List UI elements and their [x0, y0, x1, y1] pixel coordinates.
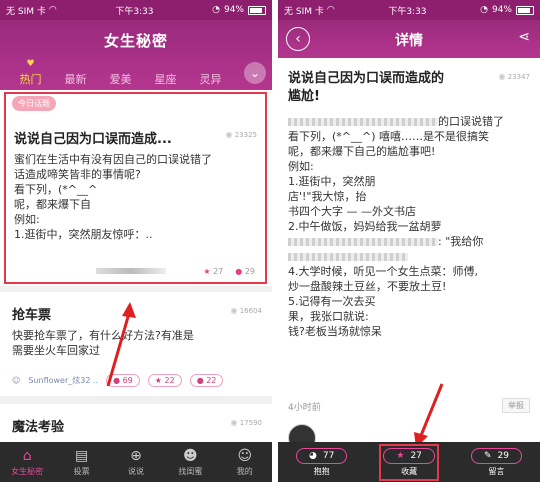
eye-icon: ◉	[230, 306, 238, 315]
favorite-button[interactable]: ★ 22	[147, 374, 182, 387]
detail-header: ‹ 详情 ⋖	[278, 20, 540, 58]
clock: 下午3:33	[388, 6, 427, 17]
friends-icon: ☻	[183, 447, 198, 464]
nav-me[interactable]: ☺ 我的	[219, 448, 271, 477]
nav-vote[interactable]: ▤ 投票	[56, 448, 108, 477]
mosaic-redaction	[288, 253, 408, 261]
red-arrow-annotation	[414, 383, 444, 448]
category-tabs: ♥ 热门 最新 爱美 星座 灵异	[0, 59, 272, 88]
post-title: 抢车票	[12, 308, 52, 323]
red-arrow-annotation	[106, 302, 136, 387]
eye-icon: ◉	[498, 72, 506, 81]
eye-icon: ◉	[225, 130, 233, 139]
nav-secrets[interactable]: ⌂ 女生秘密	[1, 448, 53, 477]
comment-button[interactable]: ✎ 29 留言	[470, 447, 522, 477]
star-icon: ★	[203, 267, 211, 276]
status-bar: 无 SIM 卡 ◠ 下午3:33 ◔ 94%	[278, 0, 540, 20]
divider	[0, 396, 272, 404]
tab-zodiac[interactable]: 星座	[143, 66, 188, 88]
clock: 下午3:33	[115, 6, 154, 17]
detail-body: 的口误说错了 看下列，(*^__^) 嘻嘻……是不是很搞笑 呢，都来爆下自己的尴…	[288, 115, 504, 338]
view-count: 17590	[239, 419, 262, 427]
nav-friends[interactable]: ☻ 找闺蜜	[164, 448, 216, 477]
view-count: 23325	[234, 131, 257, 139]
tab-hot[interactable]: ♥ 热门	[8, 59, 53, 88]
wifi-icon: ◠	[326, 5, 335, 15]
share-icon[interactable]: ⋖	[518, 29, 530, 45]
left-phone-screen: 无 SIM 卡 ◠ 下午3:33 ◔ 94% 女生秘密 ♥ 热门 最新 爱美 星座 灵…	[0, 0, 272, 482]
topic-badge: 今日话题	[12, 96, 56, 111]
profile-icon: ☺	[237, 447, 253, 464]
author-name[interactable]: Sunflower_炫32 ..	[28, 375, 98, 386]
page-title: 女生秘密	[103, 32, 168, 50]
comment-button[interactable]: ● 22	[189, 374, 224, 387]
battery-icon	[516, 5, 534, 15]
nav-post[interactable]: ⊕ 说说	[110, 448, 162, 477]
carrier-label: 无 SIM 卡	[6, 6, 46, 17]
vote-icon: ▤	[74, 447, 89, 464]
hug-icon: ◕	[309, 450, 317, 461]
home-icon: ⌂	[22, 447, 32, 464]
carrier-label: 无 SIM 卡	[284, 6, 324, 17]
star-icon: ★	[396, 450, 405, 461]
view-count: 16604	[239, 307, 262, 315]
mosaic-redaction	[288, 238, 438, 246]
heart-icon: ♥	[26, 59, 35, 69]
tab-paranormal[interactable]: 灵异	[188, 66, 233, 88]
action-bar: ◕ 77 抱抱 ★ 27 收藏 ✎ 29 留言	[278, 442, 540, 482]
right-phone-screen: 无 SIM 卡 ◠ 下午3:33 ◔ 94% ‹ 详情 ⋖ 说说自己因为口误而造成的…	[278, 0, 540, 482]
bottom-nav: ⌂ 女生秘密 ▤ 投票 ⊕ 说说 ☻ 找闺蜜 ☺ 我的	[0, 442, 272, 482]
star-icon: ★	[154, 376, 162, 385]
tab-latest[interactable]: 最新	[53, 66, 98, 88]
post-stats: ★ 27 ● 29	[203, 267, 255, 276]
post-card[interactable]: 魔法考验 ◉ 17590	[0, 406, 272, 446]
hug-button[interactable]: ◕ 77 抱抱	[296, 447, 348, 477]
battery-percent: 94%	[491, 5, 512, 15]
lock-icon: ◔	[480, 5, 488, 15]
eye-icon: ◉	[230, 418, 238, 427]
post-excerpt: 蜜们在生活中有没有因自己的口误说错了 话造成啼笑皆非的事情呢? 看下列，(*^_…	[14, 153, 212, 241]
post-title: 说说自己因为口误而造成...	[14, 132, 172, 147]
page-title: 详情	[395, 33, 423, 49]
status-bar: 无 SIM 卡 ◠ 下午3:33 ◔ 94%	[0, 0, 272, 20]
post-title: 魔法考验	[12, 420, 65, 435]
favorite-button[interactable]: ★ 27 收藏	[379, 443, 439, 481]
mosaic-redaction	[288, 118, 438, 126]
report-button[interactable]: 举报	[502, 398, 530, 413]
user-icon: ☺	[12, 376, 21, 385]
lock-icon: ◔	[212, 5, 220, 15]
tab-beauty[interactable]: 爱美	[98, 66, 143, 88]
post-card-featured[interactable]: 今日话题 说说自己因为口误而造成... ◉ 23325 蜜们在生活中有没有因自己…	[4, 92, 267, 284]
battery-icon	[248, 5, 266, 15]
post-time: 4小时前	[288, 403, 321, 413]
chevron-down-icon[interactable]: ⌄	[244, 62, 266, 84]
comment-icon: ●	[196, 376, 204, 385]
app-header: 女生秘密 ♥ 热门 最新 爱美 星座 灵异 ⌄	[0, 20, 272, 90]
battery-percent: 94%	[223, 5, 244, 15]
plus-icon: ⊕	[130, 447, 142, 464]
view-count: 23347	[507, 73, 530, 81]
wifi-icon: ◠	[48, 5, 57, 15]
blurred-username	[96, 268, 166, 274]
comment-icon: ●	[235, 267, 243, 276]
pencil-icon: ✎	[483, 450, 492, 461]
detail-title: 说说自己因为口误而造成的 尴尬!	[288, 71, 445, 104]
